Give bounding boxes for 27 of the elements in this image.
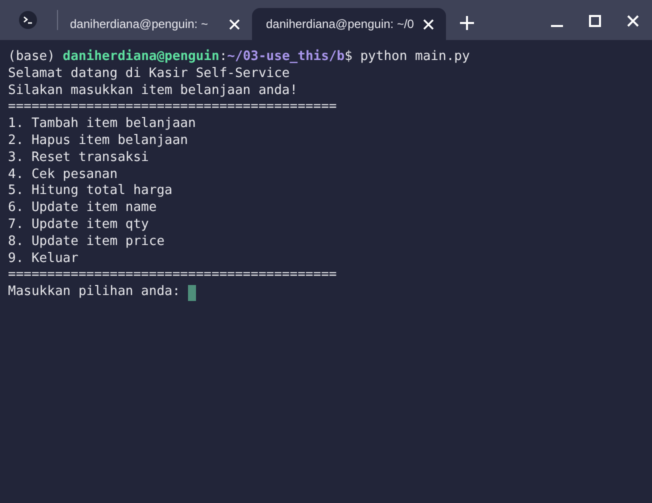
terminal-text: 1. Tambah item belanjaan [8, 116, 196, 133]
terminal-text: ~/03-use_this/b [227, 49, 345, 66]
terminal-text: daniherdiana@penguin [62, 49, 220, 66]
terminal-icon[interactable] [19, 11, 37, 29]
plus-icon[interactable] [460, 16, 474, 30]
terminal-text: 8. Update item price [8, 234, 165, 251]
terminal-text: 2. Hapus item belanjaan [8, 132, 188, 150]
terminal-text: (base) [8, 49, 56, 66]
terminal-text: 7. Update item qty [8, 216, 149, 234]
terminal-text: 3. Reset transaksi [8, 150, 149, 167]
terminal-text: $ python main.py [344, 49, 470, 66]
terminal-text: ========================================== [8, 99, 337, 116]
close-icon[interactable] [423, 18, 434, 30]
tab[interactable]: daniherdiana@penguin: ~/0 [252, 8, 446, 40]
terminal-text: 4. Cek pesanan [8, 166, 118, 184]
terminal-text: 5. Hitung total harga [8, 183, 172, 200]
terminal-text: Silakan masukkan item belanjaan anda! [8, 82, 298, 100]
close-icon[interactable] [229, 18, 240, 30]
terminal-text: Masukkan pilihan anda: [8, 284, 182, 301]
close-icon[interactable] [626, 14, 640, 28]
terminal-text: Selamat datang di Kasir Self-Service [8, 66, 290, 83]
terminal-text: ========================================== [8, 267, 337, 284]
terminal-text: 6. Update item name [8, 200, 157, 217]
tab[interactable]: daniherdiana@penguin: ~ [58, 8, 252, 40]
terminal-text: 9. Keluar [8, 250, 78, 268]
terminal-text: : [219, 49, 228, 66]
maximize-icon[interactable] [588, 14, 602, 28]
